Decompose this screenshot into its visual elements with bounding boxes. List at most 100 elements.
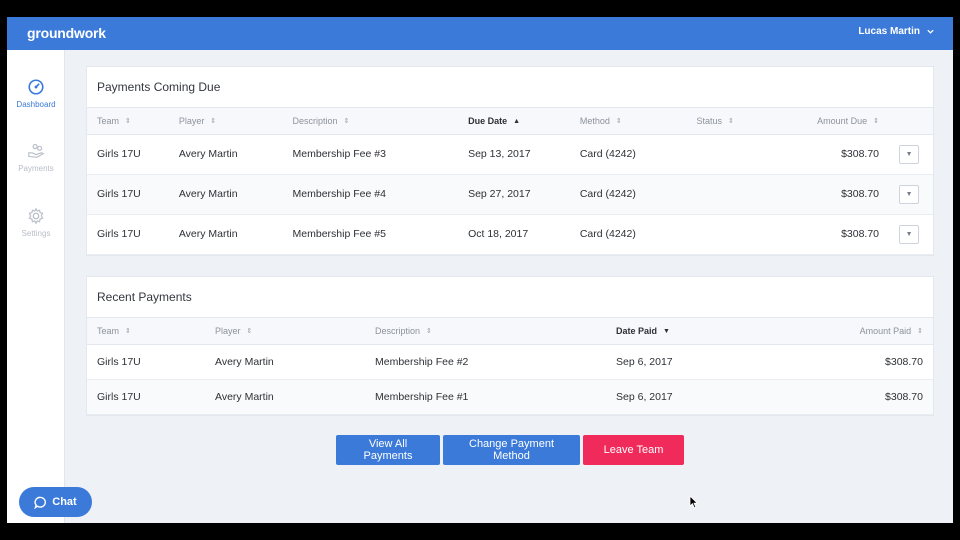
cell-team: Girls 17U <box>87 344 205 380</box>
user-menu[interactable]: Lucas Martin <box>858 26 935 37</box>
chevron-down-icon: ▼ <box>905 150 913 158</box>
sidebar-item-label: Settings <box>21 229 51 238</box>
sort-descending-icon: ▼ <box>663 327 670 335</box>
cell-method: Card (4242) <box>569 134 687 175</box>
mouse-cursor-icon <box>689 495 699 509</box>
payments-coming-due-title: Payments Coming Due <box>87 67 933 108</box>
payments-due-table: Team ⇕ Player ⇕ Description ⇕ Due Date ▲ Met… <box>87 108 933 255</box>
table-row: Girls 17U Avery Martin Membership Fee #1… <box>87 379 933 415</box>
sidebar-item-label: Dashboard <box>16 100 56 109</box>
chevron-down-icon: ▼ <box>905 190 913 198</box>
table-row: Girls 17U Avery Martin Membership Fee #5… <box>87 214 933 255</box>
chat-label: Chat <box>52 496 77 508</box>
chevron-down-icon: ▼ <box>905 230 913 238</box>
cell-due-date: Sep 13, 2017 <box>458 134 570 175</box>
view-all-payments-button[interactable]: View All Payments <box>336 435 440 465</box>
column-header-method[interactable]: Method ⇕ <box>569 108 687 135</box>
row-options-button[interactable]: ▼ <box>899 224 920 244</box>
cell-method: Card (4242) <box>569 214 687 255</box>
sort-icon: ⇕ <box>125 328 131 336</box>
table-row: Girls 17U Avery Martin Membership Fee #3… <box>87 134 933 175</box>
sort-icon: ⇕ <box>125 118 131 126</box>
sort-icon: ⇕ <box>210 118 217 126</box>
cell-amount-due: $308.70 <box>763 134 890 175</box>
column-header-amount-due[interactable]: Amount Due ⇕ <box>763 108 890 135</box>
sort-ascending-icon: ▲ <box>513 117 521 125</box>
column-header-status[interactable]: Status ⇕ <box>686 108 764 135</box>
cell-team: Girls 17U <box>87 379 205 415</box>
cell-player: Avery Martin <box>168 214 283 255</box>
cell-status <box>686 214 764 255</box>
cell-due-date: Sep 27, 2017 <box>458 174 570 215</box>
top-bar: groundwork Lucas Martin <box>7 17 953 50</box>
action-buttons: View All Payments Change Payment Method … <box>336 435 684 465</box>
recent-payments-title: Recent Payments <box>87 277 933 318</box>
cell-date-paid: Sep 6, 2017 <box>606 344 757 380</box>
groundwork-logo[interactable]: groundwork <box>27 25 106 41</box>
column-header-date-paid[interactable]: Date Paid ▼ <box>606 318 757 345</box>
app-window: groundwork Lucas Martin Dashboard Paymen… <box>7 17 953 523</box>
sidebar: Dashboard Payments Settings <box>7 50 65 523</box>
dashboard-gauge-icon <box>28 79 44 95</box>
recent-payments-card: Recent Payments Team ⇕ Player ⇕ Descriptio… <box>86 276 934 416</box>
cell-description: Membership Fee #5 <box>282 214 459 255</box>
cell-amount-paid: $308.70 <box>757 344 933 380</box>
cell-description: Membership Fee #4 <box>282 174 459 215</box>
payments-coming-due-card: Payments Coming Due Team ⇕ Player ⇕ Descri… <box>86 66 934 256</box>
cell-player: Avery Martin <box>205 344 365 380</box>
column-header-description[interactable]: Description ⇕ <box>282 108 459 135</box>
payments-hand-coins-icon <box>28 143 45 158</box>
recent-payments-table: Team ⇕ Player ⇕ Description ⇕ Date Paid ▼ Am… <box>87 318 933 415</box>
column-header-description[interactable]: Description ⇕ <box>365 318 606 345</box>
chat-bubble-icon <box>34 496 47 509</box>
change-payment-method-button[interactable]: Change Payment Method <box>443 435 580 465</box>
sidebar-item-dashboard[interactable]: Dashboard <box>7 78 65 109</box>
chevron-down-icon <box>927 29 934 34</box>
cell-actions: ▼ <box>889 174 933 215</box>
cell-player: Avery Martin <box>168 134 283 175</box>
column-header-team[interactable]: Team ⇕ <box>87 318 205 345</box>
cell-method: Card (4242) <box>569 174 687 215</box>
cell-amount-due: $308.70 <box>763 214 890 255</box>
column-header-player[interactable]: Player ⇕ <box>205 318 365 345</box>
column-header-due-date[interactable]: Due Date ▲ <box>458 108 570 135</box>
cell-team: Girls 17U <box>87 174 169 215</box>
cell-team: Girls 17U <box>87 214 169 255</box>
cell-team: Girls 17U <box>87 134 169 175</box>
chat-button[interactable]: Chat <box>19 487 92 517</box>
cell-amount-due: $308.70 <box>763 174 890 215</box>
sidebar-item-settings[interactable]: Settings <box>7 207 65 238</box>
sidebar-item-payments[interactable]: Payments <box>7 142 65 173</box>
cell-amount-paid: $308.70 <box>757 379 933 415</box>
cell-description: Membership Fee #1 <box>365 379 606 415</box>
sort-icon: ⇕ <box>343 118 350 126</box>
sort-icon: ⇕ <box>426 328 432 336</box>
sort-icon: ⇕ <box>615 118 622 126</box>
user-name: Lucas Martin <box>858 26 920 37</box>
gear-icon <box>28 207 44 225</box>
cell-date-paid: Sep 6, 2017 <box>606 379 757 415</box>
sidebar-item-label: Payments <box>18 164 54 173</box>
cell-status <box>686 134 764 175</box>
column-header-player[interactable]: Player ⇕ <box>168 108 283 135</box>
sort-icon: ⇕ <box>917 328 923 336</box>
table-row: Girls 17U Avery Martin Membership Fee #4… <box>87 174 933 215</box>
cell-actions: ▼ <box>889 214 933 255</box>
sort-icon: ⇕ <box>728 118 734 126</box>
cell-description: Membership Fee #2 <box>365 344 606 380</box>
cell-status <box>686 174 764 215</box>
column-header-amount-paid[interactable]: Amount Paid ⇕ <box>757 318 933 345</box>
row-options-button[interactable]: ▼ <box>899 184 920 204</box>
column-header-team[interactable]: Team ⇕ <box>87 108 169 135</box>
sort-icon: ⇕ <box>246 328 253 336</box>
cell-player: Avery Martin <box>168 174 283 215</box>
table-row: Girls 17U Avery Martin Membership Fee #2… <box>87 344 933 380</box>
sort-icon: ⇕ <box>873 118 880 126</box>
cell-description: Membership Fee #3 <box>282 134 459 175</box>
cell-player: Avery Martin <box>205 379 365 415</box>
cell-actions: ▼ <box>889 134 933 175</box>
column-header-actions <box>889 108 933 135</box>
cell-due-date: Oct 18, 2017 <box>458 214 570 255</box>
leave-team-button[interactable]: Leave Team <box>583 435 684 465</box>
row-options-button[interactable]: ▼ <box>899 144 920 164</box>
